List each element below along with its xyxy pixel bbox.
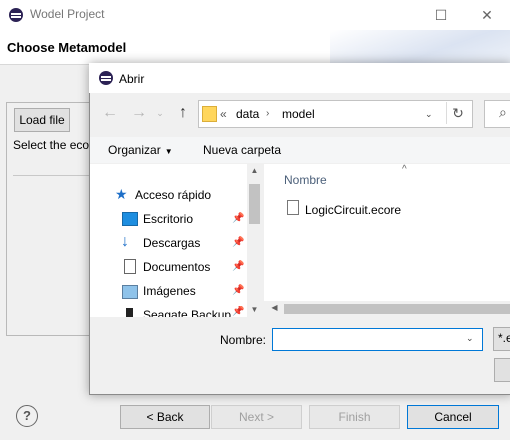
documents-icon [124,259,136,274]
breadcrumb-overflow[interactable]: « [220,107,227,121]
scroll-up-icon[interactable]: ▲ [247,166,262,175]
divider [13,175,93,176]
file-type-filter-label: *.e [498,331,510,345]
close-icon[interactable]: ✕ [477,5,497,25]
organize-menu[interactable]: Organizar ▼ [108,143,173,157]
nav-item-documents[interactable]: Documentos [143,260,210,274]
nav-scroll-thumb[interactable] [249,184,260,224]
forward-arrow-icon[interactable]: → [129,103,149,123]
nav-item-quick-access[interactable]: Acceso rápido [135,188,211,202]
pin-icon: 📌 [232,261,245,272]
pictures-icon [122,285,138,299]
nav-item-seagate-backup[interactable]: Seagate Backup [143,308,231,317]
recent-dropdown-icon[interactable]: ⌄ [150,103,170,123]
nav-item-pictures[interactable]: Imágenes [143,284,196,298]
dialog-titlebar [89,63,510,93]
dialog-title: Abrir [119,72,145,86]
chevron-right-icon[interactable]: › [266,108,269,119]
chevron-down-icon[interactable]: ⌄ [425,109,433,120]
new-folder-button[interactable]: Nueva carpeta [203,143,281,157]
maximize-icon[interactable]: ☐ [431,5,451,25]
pin-icon: 📌 [232,213,245,224]
desktop-icon [122,212,138,226]
breadcrumb-model[interactable]: model [282,107,315,121]
up-arrow-icon[interactable]: ↑ [173,103,193,123]
help-icon[interactable]: ? [16,405,38,427]
caret-down-icon: ▼ [164,147,173,156]
nav-item-downloads[interactable]: Descargas [143,236,200,250]
filename-input[interactable] [272,328,483,351]
organize-label: Organizar [108,143,161,157]
filename-label: Nombre: [220,333,267,347]
chevron-down-icon[interactable]: ⌄ [466,333,474,344]
column-header-name[interactable]: Nombre [284,173,327,187]
drive-icon [126,308,133,317]
sort-caret-icon: ^ [402,164,407,175]
wizard-title: Wodel Project [30,7,105,21]
pin-icon: 📌 [232,306,245,317]
folder-icon [202,106,217,122]
eclipse-icon [99,71,113,85]
refresh-icon[interactable]: ↻ [446,102,469,124]
file-scroll-thumb[interactable] [284,304,510,314]
nav-item-desktop[interactable]: Escritorio [143,212,193,226]
pin-icon: 📌 [232,285,245,296]
next-button[interactable]: Next > [211,405,302,429]
download-icon: ↓ [121,233,129,250]
back-arrow-icon[interactable]: ← [100,103,120,123]
scroll-left-icon[interactable]: ◀ [267,303,282,312]
load-file-button[interactable]: Load file [14,108,70,132]
eclipse-icon [9,8,23,22]
header-decoration [330,30,510,64]
open-button[interactable] [494,358,510,382]
search-icon: ⌕ [499,104,507,120]
scroll-down-icon[interactable]: ▼ [247,305,262,314]
page-title: Choose Metamodel [7,40,127,55]
pin-icon: 📌 [232,237,245,248]
cancel-button[interactable]: Cancel [407,405,499,429]
breadcrumb-data[interactable]: data [236,107,259,121]
file-item-logiccircuit[interactable]: LogicCircuit.ecore [305,203,401,217]
finish-button[interactable]: Finish [309,405,400,429]
back-button[interactable]: < Back [120,405,210,429]
file-icon [287,200,299,215]
select-instruction: Select the ecor [13,138,94,152]
star-icon: ★ [115,186,128,202]
